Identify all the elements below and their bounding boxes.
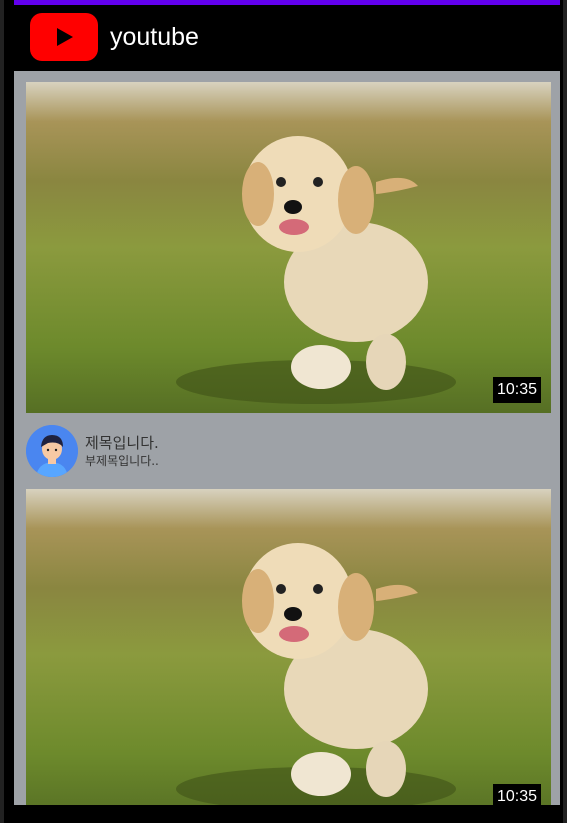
- user-avatar-icon: [26, 425, 78, 477]
- bottom-bar: [14, 806, 560, 823]
- device-frame-left: [0, 0, 4, 823]
- video-subtitle: 부제목입니다..: [85, 454, 159, 468]
- video-duration: 10:35: [492, 784, 541, 805]
- video-card[interactable]: 10:35 제목입니다. 부제목입니다..: [26, 82, 551, 489]
- video-meta: 제목입니다. 부제목입니다..: [26, 413, 551, 489]
- app-bar: youtube: [14, 5, 560, 69]
- video-card[interactable]: 10:35: [26, 489, 551, 805]
- device-frame-right: [563, 0, 567, 823]
- video-duration: 10:35: [492, 377, 541, 403]
- video-title[interactable]: 제목입니다.: [85, 433, 159, 453]
- video-feed[interactable]: 10:35 제목입니다. 부제목입니다.. 10:35: [14, 71, 560, 805]
- video-thumbnail[interactable]: 10:35: [26, 489, 551, 805]
- youtube-logo-icon[interactable]: [30, 13, 98, 61]
- puppy-image: [26, 489, 551, 805]
- play-icon: [57, 28, 73, 46]
- app-title: youtube: [110, 22, 199, 51]
- channel-avatar-icon[interactable]: [26, 425, 78, 477]
- video-thumbnail[interactable]: 10:35: [26, 82, 551, 413]
- puppy-image: [26, 82, 551, 413]
